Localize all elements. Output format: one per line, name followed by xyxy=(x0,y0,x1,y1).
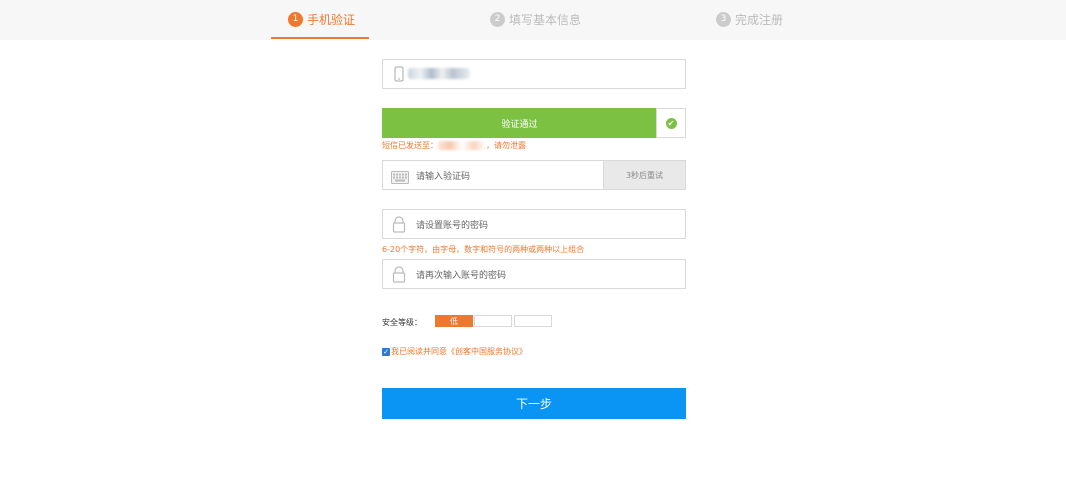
active-step-indicator xyxy=(271,37,369,39)
verify-check-box: ✔ xyxy=(656,108,686,138)
verification-code-input[interactable]: 请输入验证码 xyxy=(382,160,604,190)
confirm-password-placeholder: 请再次输入账号的密码 xyxy=(416,271,507,281)
strength-level: 低 xyxy=(450,316,458,326)
next-step-button[interactable]: 下一步 xyxy=(382,388,686,419)
strength-segment-low: 低 xyxy=(435,315,473,327)
confirm-password-input[interactable]: 请再次输入账号的密码 xyxy=(382,259,686,289)
strength-label: 安全等级： xyxy=(382,318,422,327)
resend-code-button[interactable]: 3秒后重试 xyxy=(603,160,686,190)
verify-status-label: 验证通过 xyxy=(501,119,538,130)
registration-steps: 1 手机验证 2 填写基本信息 3 完成注册 xyxy=(0,0,1066,40)
phone-icon xyxy=(391,66,407,83)
password-hint: 6-20个字符，由字母，数字和符号的两种或两种以上组合 xyxy=(382,245,585,254)
sms-note-suffix: ，请勿泄露 xyxy=(486,141,526,150)
password-placeholder: 请设置账号的密码 xyxy=(416,221,489,231)
step-number: 1 xyxy=(288,11,303,27)
step-label: 填写基本信息 xyxy=(509,12,582,27)
step-phone-verify: 1 手机验证 xyxy=(288,0,355,38)
strength-segment-medium xyxy=(474,315,512,327)
sms-sent-note: 短信已发送至： ，请勿泄露 xyxy=(382,140,526,151)
step-label: 手机验证 xyxy=(307,12,356,27)
resend-code-label: 3秒后重试 xyxy=(625,170,664,180)
step-number: 2 xyxy=(490,11,505,27)
check-circle-icon: ✔ xyxy=(665,117,677,129)
keyboard-icon xyxy=(391,169,409,188)
agreement-row: ✓ 我已阅读并同意《创客中国服务协议》 xyxy=(382,346,527,357)
lock-icon xyxy=(391,216,407,233)
password-input[interactable]: 请设置账号的密码 xyxy=(382,209,686,239)
verify-status-bar: 验证通过 xyxy=(382,108,657,138)
phone-number-blurred xyxy=(408,68,470,79)
agreement-checkbox[interactable]: ✓ xyxy=(382,347,390,356)
lock-icon xyxy=(391,266,407,283)
step-number: 3 xyxy=(716,11,731,27)
agreement-text[interactable]: 我已阅读并同意《创客中国服务协议》 xyxy=(391,346,527,357)
sms-note-prefix: 短信已发送至： xyxy=(382,141,438,150)
code-placeholder: 请输入验证码 xyxy=(416,172,471,182)
step-basic-info: 2 填写基本信息 xyxy=(490,0,581,38)
step-complete: 3 完成注册 xyxy=(716,0,783,38)
sms-number-blurred xyxy=(438,141,486,150)
step-label: 完成注册 xyxy=(735,12,784,27)
strength-segment-high xyxy=(514,315,552,327)
next-step-label: 下一步 xyxy=(515,397,552,411)
